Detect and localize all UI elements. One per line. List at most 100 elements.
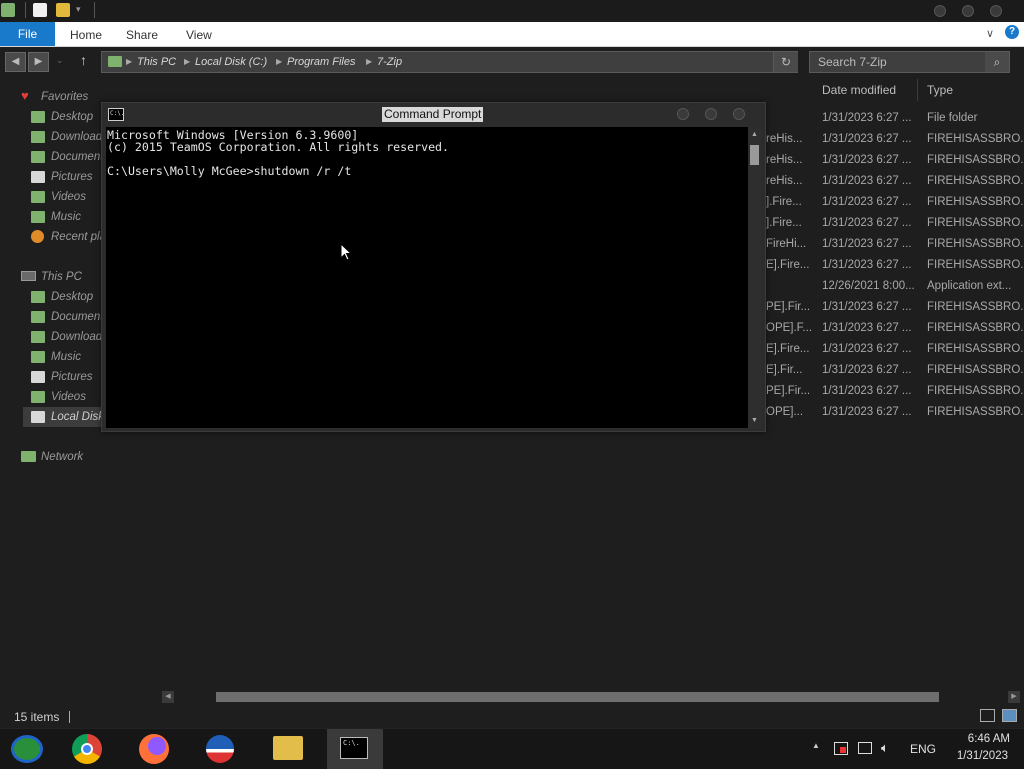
- cmd-window-title: Command Prompt: [382, 107, 484, 122]
- chevron-down-icon[interactable]: ∨: [986, 27, 994, 40]
- sidebar-item-documents[interactable]: Documents: [31, 147, 101, 167]
- sidebar-this-pc[interactable]: This PC: [41, 267, 82, 287]
- sidebar-item-videos[interactable]: Videos: [31, 187, 101, 207]
- taskbar-app-media-center[interactable]: [0, 729, 56, 769]
- taskbar-app-obama-campaign[interactable]: [193, 729, 249, 769]
- large-icons-view-icon[interactable]: [1002, 709, 1017, 722]
- sidebar-item-local-disk[interactable]: Local Disk (C:): [23, 407, 101, 427]
- customize-quick-access-icon[interactable]: ▾: [76, 4, 81, 15]
- list-item[interactable]: PE].Fir... 1/31/2023 6:27 ... FIREHISASSBR…: [766, 381, 1024, 402]
- close-button[interactable]: [990, 5, 1002, 17]
- list-item[interactable]: 12/26/2021 8:00... Application ext...: [766, 276, 1024, 297]
- list-item[interactable]: reHis... 1/31/2023 6:27 ... FIREHISASSBRO.…: [766, 129, 1024, 150]
- column-type[interactable]: Type: [927, 83, 953, 97]
- minimize-button[interactable]: [934, 5, 946, 17]
- scroll-thumb[interactable]: [216, 692, 939, 702]
- language-indicator[interactable]: ENG: [910, 742, 936, 756]
- column-date-modified[interactable]: Date modified: [822, 83, 896, 97]
- breadcrumb-7zip[interactable]: 7-Zip: [377, 52, 402, 72]
- properties-icon[interactable]: [33, 3, 47, 17]
- scroll-up-arrow[interactable]: ▲: [749, 129, 760, 140]
- command-prompt-window[interactable]: C:\. Command Prompt Microsoft Windows [V…: [101, 102, 766, 432]
- list-item[interactable]: E].Fire... 1/31/2023 6:27 ... FIREHISASSBR…: [766, 339, 1024, 360]
- search-input[interactable]: Search 7-Zip ⌕: [809, 51, 1010, 73]
- sidebar-item-pictures[interactable]: Pictures: [31, 367, 101, 387]
- tab-home[interactable]: Home: [70, 22, 102, 46]
- breadcrumb-separator[interactable]: ▶: [276, 52, 282, 72]
- details-view-icon[interactable]: [980, 709, 995, 722]
- file-explorer-icon: [273, 736, 303, 760]
- maximize-button[interactable]: [962, 5, 974, 17]
- breadcrumb-separator[interactable]: ▶: [366, 52, 372, 72]
- refresh-button[interactable]: ↻: [773, 52, 798, 72]
- breadcrumb-program-files[interactable]: Program Files: [287, 52, 355, 72]
- horizontal-scrollbar[interactable]: ◀ ▶: [160, 690, 1024, 704]
- breadcrumb-separator[interactable]: ▶: [184, 52, 190, 72]
- sidebar-item-music[interactable]: Music: [31, 347, 101, 367]
- heart-icon: ♥: [21, 88, 29, 103]
- cmd-vertical-scrollbar[interactable]: ▲ ▼: [748, 127, 761, 428]
- tab-share[interactable]: Share: [126, 22, 158, 46]
- cmd-title-bar[interactable]: C:\. Command Prompt: [102, 103, 765, 127]
- sidebar-item-pictures[interactable]: Pictures: [31, 167, 101, 187]
- sidebar-item-recent-places[interactable]: Recent places: [31, 227, 101, 247]
- divider: [25, 2, 26, 18]
- console-output[interactable]: Microsoft Windows [Version 6.3.9600] (c)…: [106, 127, 748, 428]
- list-item[interactable]: ].Fire... 1/31/2023 6:27 ... FIREHISASSBRO…: [766, 192, 1024, 213]
- list-item[interactable]: reHis... 1/31/2023 6:27 ... FIREHISASSBRO.…: [766, 171, 1024, 192]
- cmd-minimize-button[interactable]: [677, 108, 689, 120]
- sidebar-network[interactable]: Network: [41, 447, 83, 467]
- cmd-close-button[interactable]: [733, 108, 745, 120]
- sidebar-item-documents[interactable]: Documents: [31, 307, 101, 327]
- scroll-down-arrow[interactable]: ▼: [749, 415, 760, 426]
- cmd-maximize-button[interactable]: [705, 108, 717, 120]
- taskbar-app-command-prompt[interactable]: C:\.: [327, 729, 383, 769]
- scroll-right-arrow[interactable]: ▶: [1008, 691, 1020, 703]
- forward-button[interactable]: ▶: [28, 52, 49, 72]
- help-icon[interactable]: ?: [1005, 25, 1019, 39]
- sidebar-item-videos[interactable]: Videos: [31, 387, 101, 407]
- taskbar-app-file-explorer[interactable]: [261, 729, 317, 769]
- breadcrumb-this-pc[interactable]: This PC: [137, 52, 176, 72]
- sidebar-item-desktop[interactable]: Desktop: [31, 287, 101, 307]
- sidebar-favorites[interactable]: Favorites: [41, 87, 88, 107]
- back-button[interactable]: ◀: [5, 52, 26, 72]
- list-item[interactable]: E].Fir... 1/31/2023 6:27 ... FIREHISASSBRO…: [766, 360, 1024, 381]
- sidebar-item-downloads[interactable]: Downloads: [31, 127, 101, 147]
- list-item[interactable]: ].Fire... 1/31/2023 6:27 ... FIREHISASSBRO…: [766, 213, 1024, 234]
- breadcrumb-local-disk[interactable]: Local Disk (C:): [195, 52, 267, 72]
- address-bar[interactable]: ▶ This PC ▶ Local Disk (C:) ▶ Program Fi…: [101, 51, 798, 73]
- tab-file[interactable]: File: [0, 22, 55, 46]
- clock-time[interactable]: 6:46 AM: [944, 733, 1010, 745]
- list-item[interactable]: 1/31/2023 6:27 ... File folder: [766, 108, 1024, 129]
- cmd-icon: C:\.: [108, 108, 124, 121]
- taskbar-app-chrome[interactable]: [60, 729, 116, 769]
- new-folder-icon[interactable]: [56, 3, 70, 17]
- drive-icon: [31, 411, 45, 423]
- sidebar-item-downloads[interactable]: Downloads: [31, 327, 101, 347]
- clock-date[interactable]: 1/31/2023: [944, 750, 1008, 762]
- scroll-thumb[interactable]: [750, 145, 759, 165]
- sidebar-item-music[interactable]: Music: [31, 207, 101, 227]
- list-item[interactable]: PE].Fir... 1/31/2023 6:27 ... FIREHISASSBR…: [766, 297, 1024, 318]
- volume-icon[interactable]: 🔈︎: [881, 740, 889, 756]
- show-hidden-icons-icon[interactable]: ▲: [812, 741, 820, 750]
- folder-icon[interactable]: [1, 3, 15, 17]
- taskbar-app-firefox[interactable]: [127, 729, 183, 769]
- list-item[interactable]: OPE].F... 1/31/2023 6:27 ... FIREHISASSBRO…: [766, 318, 1024, 339]
- tab-view[interactable]: View: [186, 22, 212, 46]
- sidebar-item-desktop[interactable]: Desktop: [31, 107, 101, 127]
- videos-icon: [31, 191, 45, 203]
- column-divider[interactable]: [917, 79, 918, 101]
- list-item[interactable]: FireHi... 1/31/2023 6:27 ... FIREHISASSBRO…: [766, 234, 1024, 255]
- network-tray-icon[interactable]: [858, 742, 872, 754]
- list-item[interactable]: reHis... 1/31/2023 6:27 ... FIREHISASSBRO.…: [766, 150, 1024, 171]
- search-icon[interactable]: ⌕: [985, 52, 1009, 72]
- breadcrumb-separator[interactable]: ▶: [126, 52, 132, 72]
- list-item[interactable]: OPE]... 1/31/2023 6:27 ... FIREHISASSBRO..…: [766, 402, 1024, 423]
- action-center-flag-icon[interactable]: [834, 742, 848, 755]
- up-arrow-icon[interactable]: ↑: [80, 52, 87, 68]
- scroll-left-arrow[interactable]: ◀: [162, 691, 174, 703]
- recent-locations-icon[interactable]: ⌄: [56, 55, 64, 66]
- list-item[interactable]: E].Fire... 1/31/2023 6:27 ... FIREHISASSBR…: [766, 255, 1024, 276]
